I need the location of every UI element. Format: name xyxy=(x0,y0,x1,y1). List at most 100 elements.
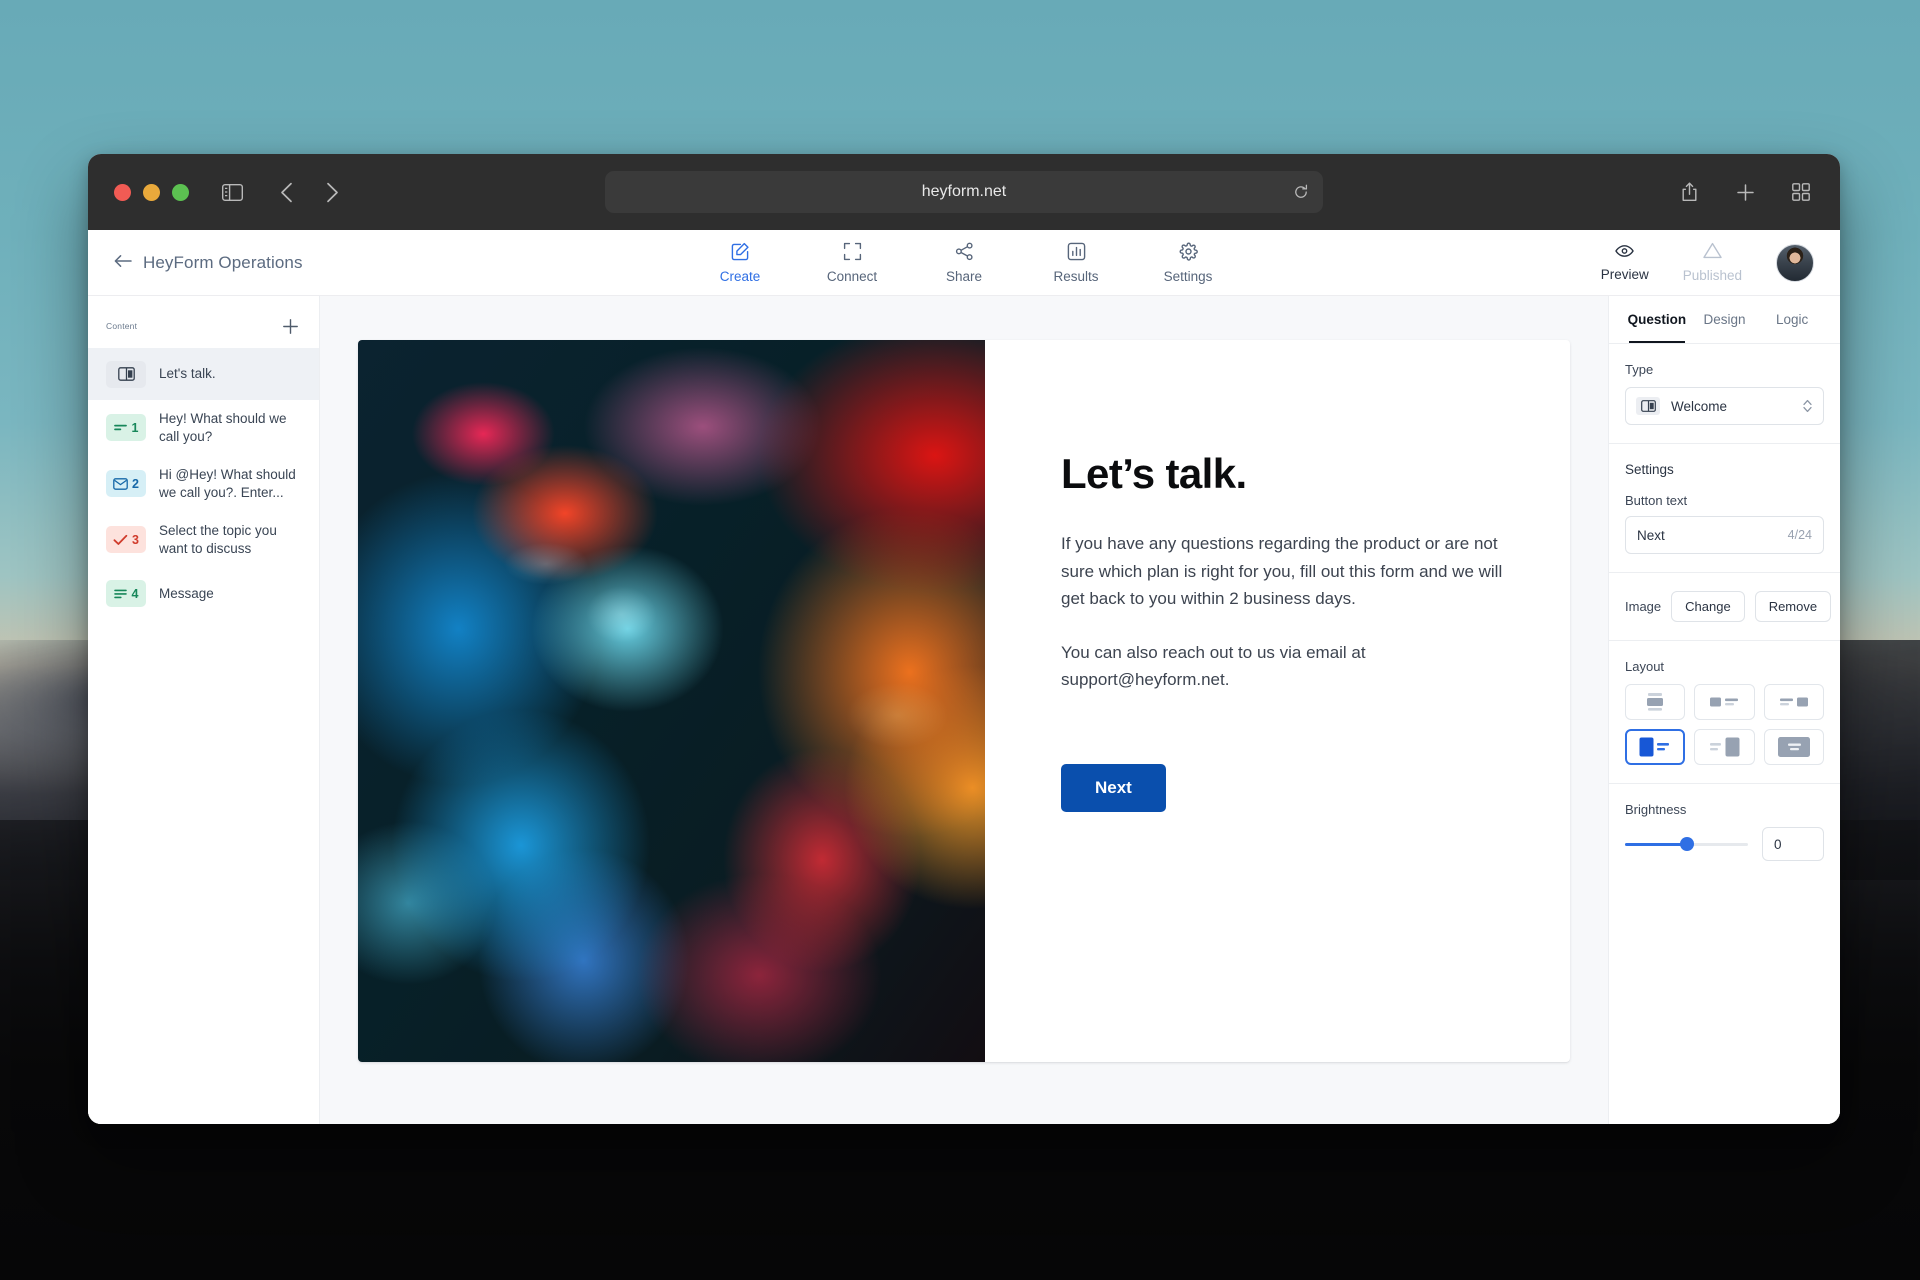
browser-toolbar-right xyxy=(1672,175,1818,209)
tab-grid-icon[interactable] xyxy=(1784,175,1818,209)
sidebar-header: Content xyxy=(88,304,319,348)
warning-triangle-icon xyxy=(1703,242,1722,262)
slider-fill xyxy=(1625,843,1687,846)
breadcrumb-label: HeyForm Operations xyxy=(143,252,303,272)
panel-tab-design[interactable]: Design xyxy=(1691,296,1759,343)
reload-icon[interactable] xyxy=(1293,184,1309,200)
tab-create-label: Create xyxy=(719,268,761,284)
form-paragraph-2[interactable]: You can also reach out to us via email a… xyxy=(1061,639,1506,694)
hero-image[interactable] xyxy=(358,340,985,1062)
forward-arrow-icon[interactable] xyxy=(315,175,349,209)
content-sidebar: Content Let's talk. 1 Hey! What should w… xyxy=(88,296,320,1124)
preview-label: Preview xyxy=(1600,266,1649,282)
form-preview-card: Let’s talk. If you have any questions re… xyxy=(358,340,1570,1062)
sidebar-item-label: Message xyxy=(159,585,214,601)
panel-tab-logic[interactable]: Logic xyxy=(1758,296,1826,343)
tab-create[interactable]: Create xyxy=(704,242,776,284)
brightness-value-input[interactable]: 0 xyxy=(1762,827,1824,861)
published-label: Published xyxy=(1682,268,1742,283)
back-arrow-icon[interactable] xyxy=(269,175,303,209)
brightness-label: Brightness xyxy=(1625,802,1687,817)
gear-icon xyxy=(1179,242,1198,262)
change-image-button[interactable]: Change xyxy=(1671,591,1745,622)
next-button[interactable]: Next xyxy=(1061,763,1166,812)
address-bar[interactable]: heyform.net xyxy=(605,171,1323,213)
sidebar-item-badge: 1 xyxy=(131,420,139,435)
desktop-wallpaper: heyform.net HeyForm Operations Create Co… xyxy=(0,0,1920,1280)
close-window-button[interactable] xyxy=(114,183,131,201)
button-text-label: Button text xyxy=(1625,493,1688,508)
chevron-updown-icon xyxy=(1802,398,1813,414)
form-canvas: Let’s talk. If you have any questions re… xyxy=(320,296,1608,1124)
add-block-button[interactable] xyxy=(277,313,303,339)
preview-button[interactable]: Preview xyxy=(1601,244,1649,282)
type-value: Welcome xyxy=(1671,398,1728,414)
welcome-icon xyxy=(106,360,146,388)
email-icon: 2 xyxy=(106,470,146,498)
browser-toolbar: heyform.net xyxy=(88,154,1840,230)
settings-title: Settings xyxy=(1625,462,1674,477)
browser-window: heyform.net HeyForm Operations Create Co… xyxy=(88,154,1840,1124)
slider-thumb[interactable] xyxy=(1679,837,1694,851)
sidebar-item-label: Hi @Hey! What should we call you?. Enter… xyxy=(159,466,296,500)
sidebar-item-3[interactable]: 3 Select the topic you want to discuss xyxy=(88,512,319,568)
image-label: Image xyxy=(1625,599,1662,614)
published-status[interactable]: Published xyxy=(1683,242,1742,283)
avatar[interactable] xyxy=(1776,243,1814,282)
properties-panel: Question Design Logic Type Welcome Setti… xyxy=(1608,296,1840,1124)
sidebar-item-welcome[interactable]: Let's talk. xyxy=(88,348,319,400)
layout-options xyxy=(1625,684,1824,765)
sidebar-item-label: Select the topic you want to discuss xyxy=(159,522,277,556)
form-content: Let’s talk. If you have any questions re… xyxy=(985,340,1570,1062)
layout-split-right[interactable] xyxy=(1694,729,1755,765)
tab-share[interactable]: Share xyxy=(928,242,1000,284)
layout-section: Layout xyxy=(1609,641,1840,784)
tab-connect[interactable]: Connect xyxy=(816,242,888,284)
form-paragraph-1[interactable]: If you have any questions regarding the … xyxy=(1061,530,1506,613)
panel-tab-question[interactable]: Question xyxy=(1623,296,1691,343)
brightness-row: 0 xyxy=(1625,827,1824,861)
button-text-input[interactable]: Next 4/24 xyxy=(1625,516,1824,554)
layout-label: Layout xyxy=(1625,659,1665,674)
plus-icon[interactable] xyxy=(1728,175,1762,209)
tab-connect-label: Connect xyxy=(826,268,878,284)
button-text-counter: 4/24 xyxy=(1787,528,1812,542)
share-nodes-icon xyxy=(955,242,974,262)
app-header-right: Preview Published xyxy=(1601,242,1814,283)
primary-nav-tabs: Create Connect Share Results Settings xyxy=(704,242,1224,284)
maximize-window-button[interactable] xyxy=(172,183,189,201)
brightness-slider[interactable] xyxy=(1625,837,1748,851)
tab-share-label: Share xyxy=(945,268,983,284)
sidebar-item-badge: 2 xyxy=(132,476,139,491)
sidebar-toggle-icon[interactable] xyxy=(215,175,249,209)
expand-icon xyxy=(843,242,862,262)
settings-section: Settings Button text Next 4/24 xyxy=(1609,444,1840,573)
breadcrumb[interactable]: HeyForm Operations xyxy=(114,253,303,273)
layout-image-left-small[interactable] xyxy=(1694,684,1755,720)
brightness-section: Brightness 0 xyxy=(1609,784,1840,879)
sidebar-item-label: Hey! What should we call you? xyxy=(159,411,287,444)
button-text-value: Next xyxy=(1637,527,1665,543)
sidebar-item-label: Let's talk. xyxy=(159,366,216,382)
sidebar-item-2[interactable]: 2 Hi @Hey! What should we call you?. Ent… xyxy=(88,456,319,512)
back-arrow-icon[interactable] xyxy=(114,253,132,273)
layout-image-top-center[interactable] xyxy=(1625,684,1686,720)
sidebar-item-4[interactable]: 4 Message xyxy=(88,568,319,620)
layout-full-background[interactable] xyxy=(1763,729,1824,765)
layout-split-left[interactable] xyxy=(1625,729,1686,765)
traffic-lights xyxy=(114,183,189,201)
layout-image-right-small[interactable] xyxy=(1763,684,1824,720)
tab-results[interactable]: Results xyxy=(1040,242,1112,284)
sidebar-item-1[interactable]: 1 Hey! What should we call you? xyxy=(88,400,319,456)
checkmark-icon: 3 xyxy=(106,526,146,554)
eye-icon xyxy=(1615,244,1634,261)
tab-settings[interactable]: Settings xyxy=(1152,242,1224,284)
form-title[interactable]: Let’s talk. xyxy=(1061,450,1506,498)
share-icon[interactable] xyxy=(1672,175,1706,209)
remove-image-button[interactable]: Remove xyxy=(1754,591,1832,622)
type-section: Type Welcome xyxy=(1609,344,1840,444)
tab-results-label: Results xyxy=(1053,268,1099,284)
type-select[interactable]: Welcome xyxy=(1625,387,1824,425)
minimize-window-button[interactable] xyxy=(143,183,160,201)
app-body: Content Let's talk. 1 Hey! What should w… xyxy=(88,296,1840,1124)
